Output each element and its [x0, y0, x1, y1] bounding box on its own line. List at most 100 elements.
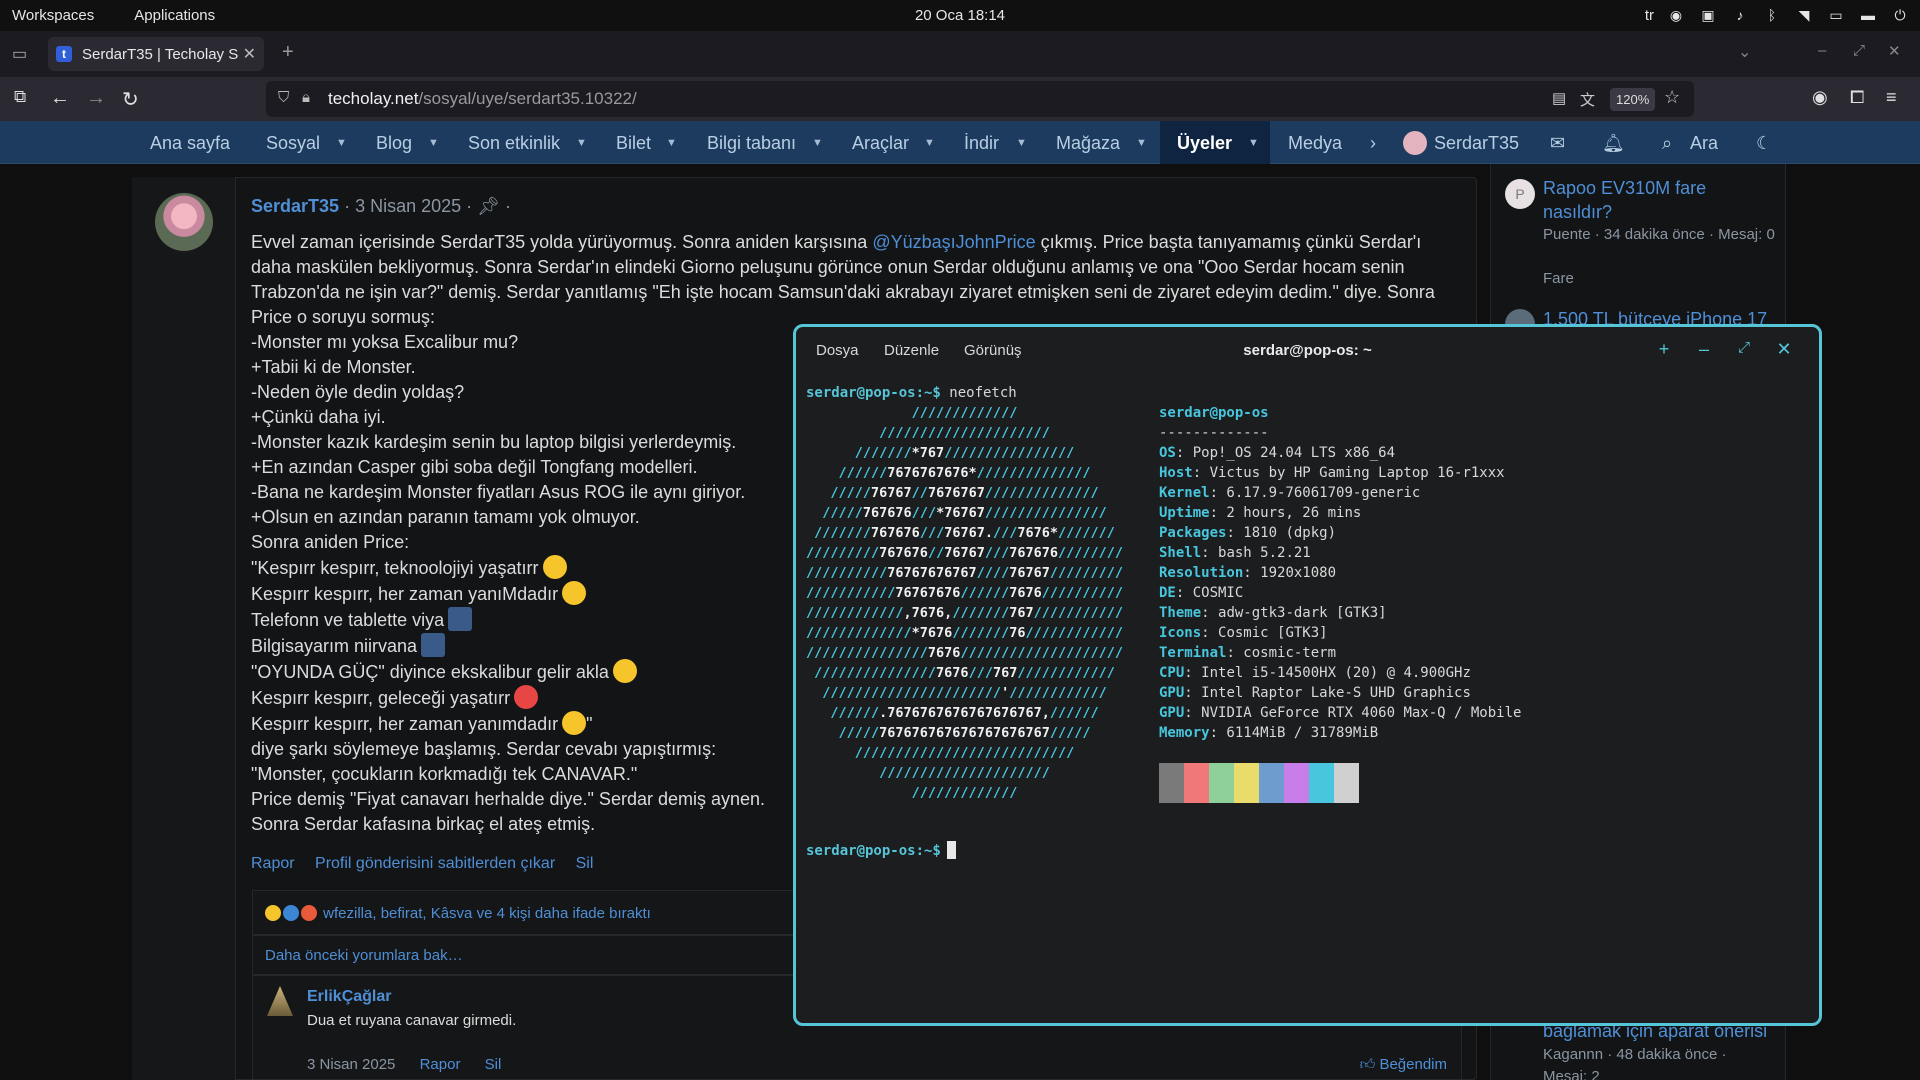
- nav-ana-sayfa[interactable]: Ana sayfa: [150, 133, 230, 154]
- report-link[interactable]: Rapor: [251, 855, 295, 872]
- inbox-icon[interactable]: ✉: [1550, 133, 1565, 154]
- translate-icon[interactable]: 文: [1580, 89, 1595, 110]
- notifications-icon[interactable]: ▬: [1858, 5, 1878, 25]
- chevron-down-icon[interactable]: ▼: [1248, 137, 1259, 149]
- comment-date[interactable]: 3 Nisan 2025: [307, 1056, 395, 1073]
- close-icon[interactable]: ✕: [1774, 339, 1794, 360]
- user-host: serdar@pop-os: [1159, 405, 1269, 421]
- chevron-down-icon[interactable]: ▼: [336, 137, 347, 149]
- post-line: Sonra Serdar kafasına birkaç el ateş etm…: [251, 814, 596, 834]
- clock[interactable]: 20 Oca 18:14: [915, 7, 1005, 24]
- menu-gorunus[interactable]: Görünüş: [964, 342, 1022, 359]
- comment-avatar[interactable]: [267, 986, 293, 1016]
- thread-forum[interactable]: Fare: [1543, 268, 1778, 290]
- post-author[interactable]: SerdarT35: [251, 196, 339, 216]
- color-swatch-block: [1209, 763, 1234, 803]
- nav-magaza[interactable]: Mağaza: [1056, 133, 1120, 154]
- workspaces-button[interactable]: Workspaces: [12, 7, 94, 24]
- browser-tab[interactable]: t SerdarT35 | Techolay Sosyal ✕: [48, 37, 264, 71]
- chevron-down-icon[interactable]: ▼: [576, 137, 587, 149]
- maximize-icon[interactable]: ⤢: [1734, 339, 1754, 356]
- nav-indir[interactable]: İndir: [964, 133, 999, 154]
- menu-dosya[interactable]: Dosya: [816, 342, 859, 359]
- comment-author[interactable]: ErlikÇağlar: [307, 988, 391, 1006]
- sidebar-toggle-icon[interactable]: ⧉: [14, 87, 26, 107]
- bookmark-star-icon[interactable]: ☆: [1664, 87, 1680, 108]
- theme-moon-icon[interactable]: ☾: [1756, 133, 1772, 154]
- shield-icon[interactable]: ⛉: [278, 89, 289, 106]
- chevron-down-icon[interactable]: ▼: [666, 137, 677, 149]
- nav-sosyal[interactable]: Sosyal: [266, 133, 320, 154]
- reload-icon[interactable]: ↻: [122, 87, 139, 112]
- alerts-bell-icon[interactable]: 🔔︎: [1602, 133, 1625, 154]
- nav-araclar[interactable]: Araçlar: [852, 133, 909, 154]
- chevron-down-icon[interactable]: ▼: [812, 137, 823, 149]
- back-icon[interactable]: ←: [50, 87, 70, 110]
- volume-icon[interactable]: ♪: [1730, 5, 1750, 25]
- terminal-prompt[interactable]: serdar@pop-os:~$: [806, 841, 956, 859]
- url-bar[interactable]: ⛉ 🔒︎ techolay.net/sosyal/uye/serdart35.1…: [266, 81, 1694, 117]
- minimize-icon[interactable]: –: [1694, 339, 1714, 360]
- post-date[interactable]: 3 Nisan 2025: [355, 196, 461, 216]
- delete-link[interactable]: Sil: [576, 855, 594, 872]
- info-key: Host: [1159, 465, 1193, 481]
- power-icon[interactable]: ⏻: [1890, 5, 1910, 25]
- keyboard-layout[interactable]: tr: [1645, 7, 1654, 24]
- nav-scroll-right-icon[interactable]: ›: [1370, 133, 1376, 154]
- chevron-down-icon[interactable]: ▼: [1016, 137, 1027, 149]
- user-avatar[interactable]: [1403, 131, 1427, 155]
- thread-avatar[interactable]: P: [1505, 179, 1535, 209]
- extensions-icon[interactable]: ⧠: [1850, 87, 1864, 108]
- account-icon[interactable]: ◉: [1812, 87, 1828, 108]
- info-value: : 1920x1080: [1243, 565, 1337, 581]
- list-tabs-icon[interactable]: ⌄: [1738, 42, 1751, 62]
- nav-user[interactable]: SerdarT35: [1434, 133, 1519, 154]
- chevron-down-icon[interactable]: ▼: [428, 137, 439, 149]
- minimize-icon[interactable]: –: [1818, 42, 1826, 59]
- reactions-text[interactable]: wfezilla, befirat, Kâsva ve 4 kişi daha …: [323, 905, 651, 922]
- user-mention[interactable]: @YüzbaşıJohnPrice: [872, 232, 1035, 252]
- battery-icon[interactable]: ▭: [1826, 5, 1846, 25]
- reader-view-icon[interactable]: ▤: [1552, 89, 1566, 107]
- new-tab-icon[interactable]: +: [1654, 339, 1674, 360]
- nav-uyeler[interactable]: Üyeler: [1177, 133, 1232, 154]
- info-value: : cosmic-term: [1226, 645, 1337, 661]
- zoom-level[interactable]: 120%: [1610, 88, 1656, 111]
- new-tab-icon[interactable]: +: [282, 41, 294, 64]
- applications-button[interactable]: Applications: [134, 7, 215, 24]
- lock-icon[interactable]: 🔒︎: [302, 89, 310, 106]
- close-tab-icon[interactable]: ✕: [243, 44, 256, 64]
- nav-medya[interactable]: Medya: [1288, 133, 1342, 154]
- forward-icon[interactable]: →: [86, 87, 106, 110]
- post-actions: Rapor Profil gönderisini sabitlerden çık…: [251, 855, 609, 873]
- url-host: techolay.net: [328, 89, 419, 108]
- wifi-icon[interactable]: ◥: [1794, 5, 1814, 25]
- nav-bilgi-tabani[interactable]: Bilgi tabanı: [707, 133, 796, 154]
- comment-report-link[interactable]: Rapor: [420, 1056, 461, 1073]
- post-line: "Monster, çocukların korkmadığı tek CANA…: [251, 764, 638, 784]
- chevron-down-icon[interactable]: ▼: [1136, 137, 1147, 149]
- nav-blog[interactable]: Blog: [376, 133, 412, 154]
- search-label[interactable]: Ara: [1690, 133, 1718, 154]
- nav-son-etkinlik[interactable]: Son etkinlik: [468, 133, 560, 154]
- tab-overview-icon[interactable]: ▭: [12, 44, 27, 64]
- menu-duzenle[interactable]: Düzenle: [884, 342, 939, 359]
- post-line: Sonra aniden Price:: [251, 532, 410, 552]
- post-line: +Olsun en azından paranın tamamı yok olm…: [251, 507, 640, 527]
- accessibility-icon[interactable]: ◉: [1666, 5, 1686, 25]
- comment-like-button[interactable]: 👍︎ Beğendim: [1360, 1056, 1447, 1074]
- menu-icon[interactable]: ≡: [1886, 87, 1897, 108]
- chevron-down-icon[interactable]: ▼: [924, 137, 935, 149]
- info-key: DE: [1159, 585, 1176, 601]
- bluetooth-icon[interactable]: ᛒ: [1762, 5, 1782, 25]
- terminal-window[interactable]: Dosya Düzenle Görünüş serdar@pop-os: ~ +…: [793, 324, 1822, 1026]
- comment-delete-link[interactable]: Sil: [485, 1056, 502, 1073]
- maximize-icon[interactable]: ⤢: [1853, 42, 1865, 59]
- close-window-icon[interactable]: ✕: [1888, 42, 1901, 60]
- display-icon[interactable]: ▣: [1698, 5, 1718, 25]
- search-icon[interactable]: ⌕: [1662, 133, 1672, 154]
- unpin-link[interactable]: Profil gönderisini sabitlerden çıkar: [315, 855, 555, 872]
- post-author-avatar[interactable]: [155, 193, 213, 251]
- nav-bilet[interactable]: Bilet: [616, 133, 651, 154]
- thread-title[interactable]: Rapoo EV310M fare nasıldır?: [1543, 176, 1773, 224]
